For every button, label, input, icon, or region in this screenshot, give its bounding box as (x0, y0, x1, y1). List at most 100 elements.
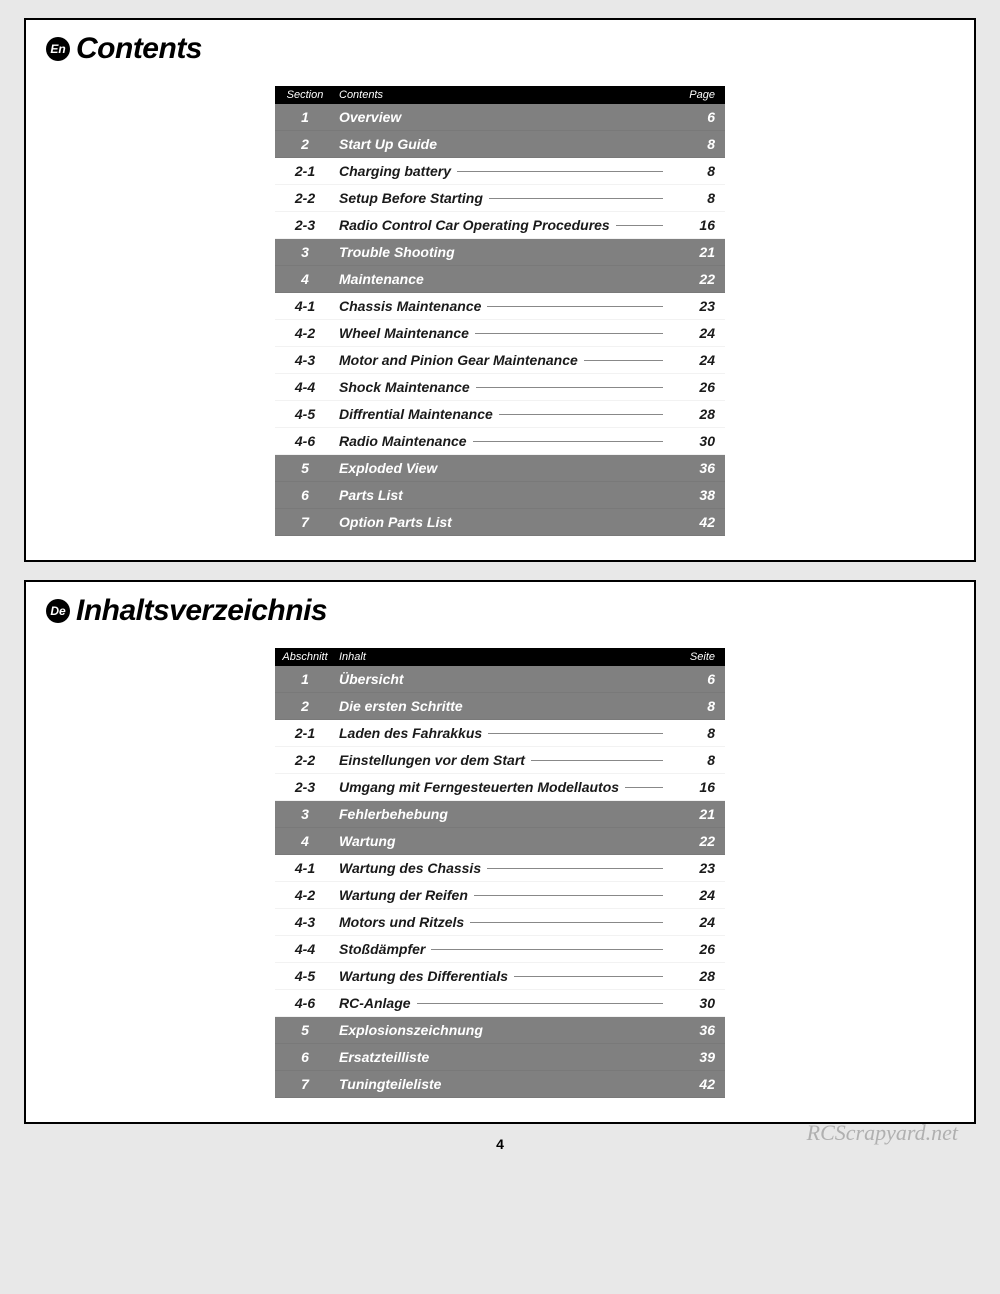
toc-row: 7Option Parts List42 (275, 509, 725, 536)
language-badge: En (46, 37, 70, 61)
row-title-cell: Overview (335, 109, 669, 125)
row-title-cell: RC-Anlage (335, 995, 669, 1011)
row-section-number: 4-4 (275, 941, 335, 957)
toc-row: 1Overview6 (275, 104, 725, 131)
toc-row: 2-3Umgang mit Ferngesteuerten Modellauto… (275, 774, 725, 801)
row-title-text: Wartung des Differentials (339, 968, 508, 984)
toc-header-row: AbschnittInhaltSeite (275, 648, 725, 666)
row-title-cell: Shock Maintenance (335, 379, 669, 395)
leader-line (470, 922, 663, 923)
row-page-number: 8 (669, 190, 725, 206)
block-title-row: DeInhaltsverzeichnis (46, 594, 954, 628)
row-title-cell: Wartung der Reifen (335, 887, 669, 903)
toc-row: 4-3Motor and Pinion Gear Maintenance24 (275, 347, 725, 374)
row-title-text: Wartung der Reifen (339, 887, 468, 903)
row-title-text: Laden des Fahrakkus (339, 725, 482, 741)
row-title-text: Trouble Shooting (339, 244, 455, 260)
row-title-text: Einstellungen vor dem Start (339, 752, 525, 768)
row-title-cell: Wartung des Differentials (335, 968, 669, 984)
row-section-number: 2 (275, 698, 335, 714)
leader-line (488, 733, 663, 734)
row-title-text: Die ersten Schritte (339, 698, 463, 714)
row-section-number: 4-3 (275, 352, 335, 368)
row-title-cell: Einstellungen vor dem Start (335, 752, 669, 768)
toc-row: 2-2Einstellungen vor dem Start8 (275, 747, 725, 774)
row-title-cell: Übersicht (335, 671, 669, 687)
toc-row: 4-2Wartung der Reifen24 (275, 882, 725, 909)
row-page-number: 21 (669, 806, 725, 822)
row-section-number: 3 (275, 806, 335, 822)
row-section-number: 2 (275, 136, 335, 152)
leader-line (457, 171, 663, 172)
row-title-cell: Maintenance (335, 271, 669, 287)
page-number: 4 (24, 1136, 976, 1152)
row-section-number: 1 (275, 109, 335, 125)
row-section-number: 6 (275, 487, 335, 503)
row-page-number: 16 (669, 217, 725, 233)
row-page-number: 16 (669, 779, 725, 795)
row-section-number: 2-3 (275, 779, 335, 795)
toc-table: SectionContentsPage1Overview62Start Up G… (275, 86, 725, 536)
row-title-cell: Chassis Maintenance (335, 298, 669, 314)
toc-row: 2-2Setup Before Starting8 (275, 185, 725, 212)
toc-row: 5Explosionszeichnung36 (275, 1017, 725, 1044)
row-section-number: 4-3 (275, 914, 335, 930)
row-title-cell: Charging battery (335, 163, 669, 179)
row-title-text: Parts List (339, 487, 403, 503)
row-title-text: Fehlerbehebung (339, 806, 448, 822)
row-page-number: 21 (669, 244, 725, 260)
toc-row: 3Trouble Shooting21 (275, 239, 725, 266)
row-title-cell: Trouble Shooting (335, 244, 669, 260)
row-section-number: 5 (275, 1022, 335, 1038)
row-title-text: Start Up Guide (339, 136, 437, 152)
header-section: Section (275, 89, 335, 101)
language-badge: De (46, 599, 70, 623)
row-title-cell: Laden des Fahrakkus (335, 725, 669, 741)
row-title-cell: Ersatzteilliste (335, 1049, 669, 1065)
leader-line (475, 333, 663, 334)
row-page-number: 6 (669, 671, 725, 687)
row-page-number: 8 (669, 163, 725, 179)
row-section-number: 2-1 (275, 163, 335, 179)
header-page: Seite (669, 651, 725, 663)
row-page-number: 39 (669, 1049, 725, 1065)
toc-row: 4-6RC-Anlage30 (275, 990, 725, 1017)
row-title-cell: Setup Before Starting (335, 190, 669, 206)
leader-line (487, 306, 663, 307)
row-page-number: 30 (669, 433, 725, 449)
toc-row: 4-5Wartung des Differentials28 (275, 963, 725, 990)
row-title-text: Radio Control Car Operating Procedures (339, 217, 610, 233)
row-page-number: 30 (669, 995, 725, 1011)
leader-line (473, 441, 663, 442)
toc-row: 2-3Radio Control Car Operating Procedure… (275, 212, 725, 239)
row-page-number: 24 (669, 887, 725, 903)
row-page-number: 22 (669, 833, 725, 849)
toc-row: 4-3Motors und Ritzels24 (275, 909, 725, 936)
row-page-number: 22 (669, 271, 725, 287)
header-contents: Inhalt (335, 651, 669, 663)
row-page-number: 36 (669, 1022, 725, 1038)
toc-row: 4-4Shock Maintenance26 (275, 374, 725, 401)
row-title-text: Tuningteileliste (339, 1076, 441, 1092)
row-page-number: 8 (669, 136, 725, 152)
row-section-number: 4-6 (275, 433, 335, 449)
row-section-number: 4 (275, 271, 335, 287)
toc-row: 4-5Diffrential Maintenance28 (275, 401, 725, 428)
row-title-text: Charging battery (339, 163, 451, 179)
row-title-text: Setup Before Starting (339, 190, 483, 206)
toc-row: 1Übersicht6 (275, 666, 725, 693)
toc-row: 4-1Wartung des Chassis23 (275, 855, 725, 882)
row-page-number: 26 (669, 941, 725, 957)
header-contents: Contents (335, 89, 669, 101)
row-title-cell: Umgang mit Ferngesteuerten Modellautos (335, 779, 669, 795)
leader-line (489, 198, 663, 199)
row-title-text: Option Parts List (339, 514, 452, 530)
row-title-text: Shock Maintenance (339, 379, 470, 395)
row-page-number: 38 (669, 487, 725, 503)
row-title-cell: Parts List (335, 487, 669, 503)
toc-row: 6Parts List 38 (275, 482, 725, 509)
row-title-cell: Radio Control Car Operating Procedures (335, 217, 669, 233)
row-title-text: RC-Anlage (339, 995, 411, 1011)
row-section-number: 7 (275, 514, 335, 530)
row-title-text: Diffrential Maintenance (339, 406, 493, 422)
